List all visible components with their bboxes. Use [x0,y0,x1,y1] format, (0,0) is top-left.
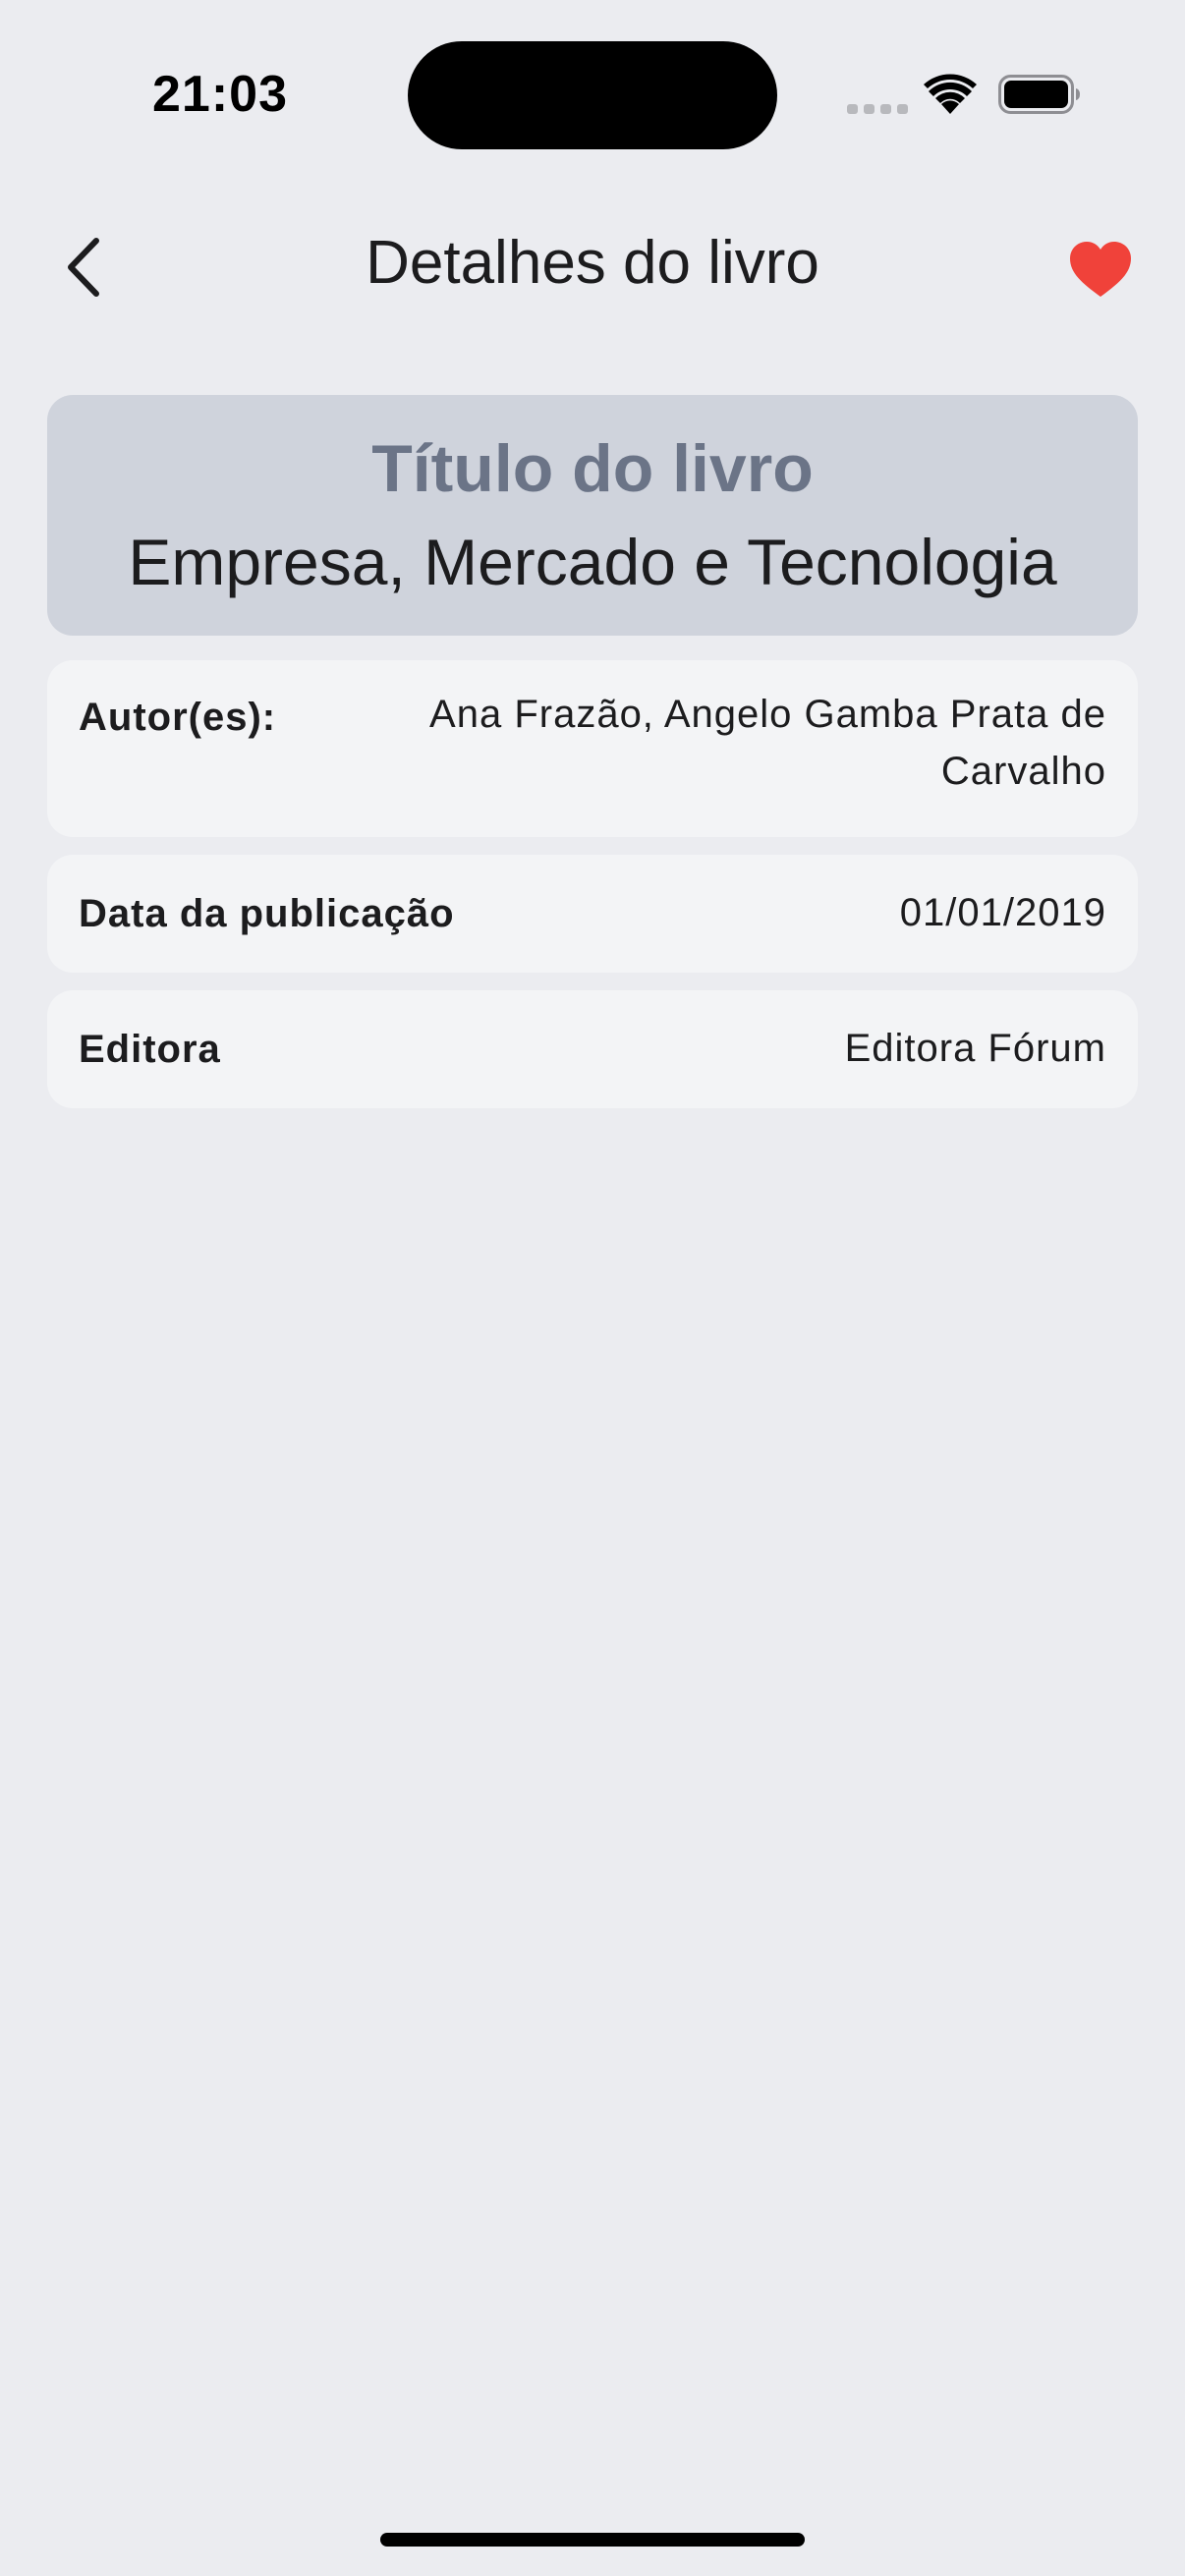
home-indicator[interactable] [380,2533,805,2547]
detail-row-publication-date: Data da publicação 01/01/2019 [47,855,1138,973]
status-time: 21:03 [152,66,288,123]
status-bar: 21:03 [0,0,1185,149]
book-title: Empresa, Mercado e Tecnologia [128,526,1057,598]
book-details-screen: 21:03 Detalhes do livro Título do livro … [0,0,1185,2576]
book-title-card: Título do livro Empresa, Mercado e Tecno… [47,395,1138,636]
publisher-value: Editora Fórum [844,1027,1106,1070]
publication-date-value: 01/01/2019 [899,891,1106,934]
page-title: Detalhes do livro [366,229,819,297]
detail-row-authors: Autor(es): Ana Frazão, Angelo Gamba Prat… [47,660,1138,837]
wifi-icon [924,74,977,114]
signal-icon [847,104,908,114]
navigation-bar: Detalhes do livro [0,206,1185,324]
book-title-label: Título do livro [371,431,814,506]
battery-icon [998,75,1080,114]
heart-icon [1070,242,1131,297]
publication-date-label: Data da publicação [79,892,455,935]
favorite-button[interactable] [1061,234,1140,305]
dynamic-island [408,41,777,149]
authors-label: Autor(es): [79,696,277,739]
detail-row-publisher: Editora Editora Fórum [47,990,1138,1108]
authors-value: Ana Frazão, Angelo Gamba Prata de Carval… [429,693,1106,793]
publisher-label: Editora [79,1028,221,1071]
